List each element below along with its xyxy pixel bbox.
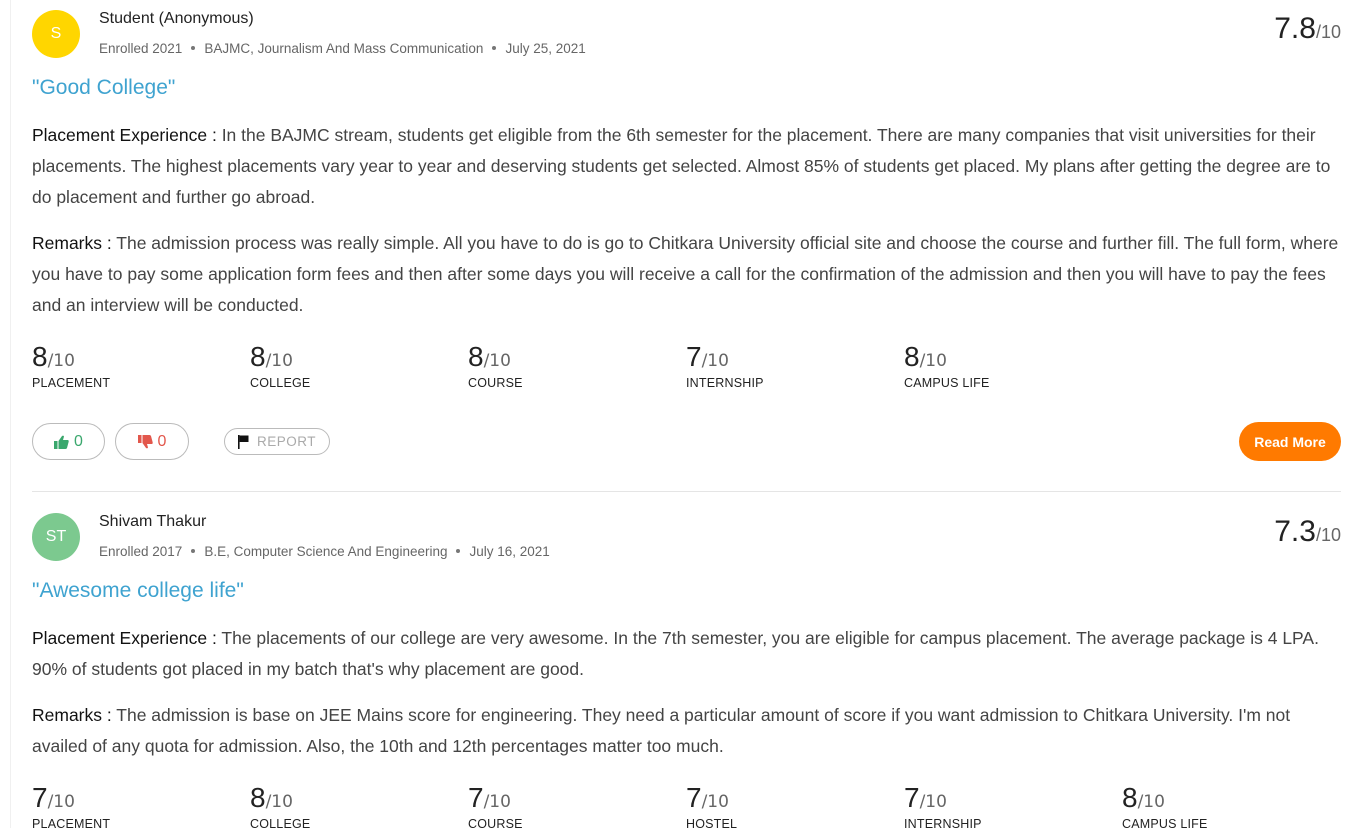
section-label: Remarks :	[32, 233, 112, 253]
rating-course: 8/10 COURSE	[468, 341, 686, 391]
reviewer-name: Student (Anonymous)	[99, 10, 254, 27]
rating-out-of: /10	[919, 351, 947, 371]
rating-placement: 8/10 PLACEMENT	[32, 341, 250, 391]
enrolled-year: Enrolled 2017	[99, 544, 183, 559]
rating-out-of: /10	[1137, 792, 1165, 812]
thumbs-up-icon	[54, 435, 69, 449]
rating-internship: 7/10 INTERNSHIP	[904, 783, 1122, 828]
section-label: Placement Experience :	[32, 628, 217, 648]
upvote-button[interactable]: 0	[32, 423, 105, 460]
section-text: The admission process was really simple.…	[32, 233, 1339, 315]
placement-experience: Placement Experience : The placements of…	[32, 623, 1344, 685]
rating-score: 7	[468, 782, 484, 813]
rating-out-of: /10	[919, 792, 947, 812]
rating-category: CAMPUS LIFE	[904, 376, 990, 390]
overall-out-of: /10	[1315, 22, 1341, 42]
rating-category: PLACEMENT	[32, 376, 111, 390]
rating-out-of: /10	[265, 792, 293, 812]
rating-out-of: /10	[483, 792, 511, 812]
rating-campus-life: 8/10 CAMPUS LIFE	[1122, 783, 1340, 828]
section-label: Placement Experience :	[32, 125, 217, 145]
separator-dot	[492, 46, 497, 51]
rating-college: 8/10 COLLEGE	[250, 341, 468, 391]
rating-score: 8	[904, 341, 920, 372]
rating-score: 8	[468, 341, 484, 372]
rating-category: PLACEMENT	[32, 817, 111, 828]
rating-category: INTERNSHIP	[686, 376, 764, 390]
review-date: July 16, 2021	[469, 544, 550, 559]
overall-out-of: /10	[1315, 525, 1341, 545]
avatar: ST	[32, 513, 80, 561]
review-meta: Enrolled 2017 B.E, Computer Science And E…	[99, 544, 550, 559]
rating-score: 7	[904, 782, 920, 813]
separator-dot	[456, 549, 461, 554]
placement-experience: Placement Experience : In the BAJMC stre…	[32, 120, 1344, 213]
rating-placement: 7/10 PLACEMENT	[32, 783, 250, 828]
rating-out-of: /10	[47, 792, 75, 812]
rating-out-of: /10	[483, 351, 511, 371]
rating-category: COLLEGE	[250, 376, 311, 390]
flag-icon	[237, 434, 249, 449]
upvote-count: 0	[74, 432, 83, 450]
rating-score: 7	[32, 782, 48, 813]
review-divider	[32, 491, 1341, 492]
review-date: July 25, 2021	[505, 41, 586, 56]
section-text: In the BAJMC stream, students get eligib…	[32, 125, 1331, 207]
report-button[interactable]: REPORT	[224, 428, 330, 455]
avatar: S	[32, 10, 80, 58]
section-text: The placements of our college are very a…	[32, 628, 1319, 679]
read-more-button[interactable]: Read More	[1239, 422, 1341, 461]
category-ratings: 7/10 PLACEMENT 8/10 COLLEGE 7/10 COURSE …	[32, 783, 1340, 828]
review-meta: Enrolled 2021 BAJMC, Journalism And Mass …	[99, 41, 586, 56]
rating-category: COLLEGE	[250, 817, 311, 828]
section-text: The admission is base on JEE Mains score…	[32, 705, 1291, 756]
rating-score: 8	[1122, 782, 1138, 813]
rating-out-of: /10	[701, 792, 729, 812]
reviewer-name: Shivam Thakur	[99, 513, 207, 530]
downvote-count: 0	[157, 432, 167, 450]
rating-score: 8	[32, 341, 48, 372]
rating-college: 8/10 COLLEGE	[250, 783, 468, 828]
downvote-button[interactable]: 0	[115, 423, 189, 460]
report-label: REPORT	[256, 434, 316, 449]
rating-internship: 7/10 INTERNSHIP	[686, 341, 904, 391]
rating-category: COURSE	[468, 817, 523, 828]
rating-category: CAMPUS LIFE	[1122, 817, 1208, 828]
thumbs-down-icon	[137, 434, 153, 448]
rating-campus-life: 8/10 CAMPUS LIFE	[904, 341, 1122, 391]
rating-category: INTERNSHIP	[904, 817, 982, 828]
rating-score: 7	[686, 341, 702, 372]
separator-dot	[191, 46, 196, 51]
overall-rating: 7.3/10	[1274, 515, 1341, 549]
rating-course: 7/10 COURSE	[468, 783, 686, 828]
remarks: Remarks : The admission is base on JEE M…	[32, 700, 1344, 762]
rating-out-of: /10	[265, 351, 293, 371]
category-ratings: 8/10 PLACEMENT 8/10 COLLEGE 8/10 COURSE …	[32, 341, 1122, 391]
rating-category: COURSE	[468, 376, 523, 390]
rating-score: 7	[686, 782, 702, 813]
overall-score: 7.8	[1274, 12, 1316, 45]
rating-score: 8	[250, 782, 266, 813]
rating-category: HOSTEL	[686, 817, 738, 828]
rating-out-of: /10	[701, 351, 729, 371]
overall-rating: 7.8/10	[1274, 12, 1341, 46]
separator-dot	[191, 549, 196, 554]
review-title: "Good College"	[32, 76, 176, 99]
section-label: Remarks :	[32, 705, 112, 725]
course-name: BAJMC, Journalism And Mass Communication	[204, 41, 484, 56]
rating-score: 8	[250, 341, 266, 372]
course-name: B.E, Computer Science And Engineering	[204, 544, 448, 559]
remarks: Remarks : The admission process was real…	[32, 228, 1344, 321]
enrolled-year: Enrolled 2021	[99, 41, 183, 56]
rating-out-of: /10	[47, 351, 75, 371]
overall-score: 7.3	[1274, 515, 1316, 548]
rating-hostel: 7/10 HOSTEL	[686, 783, 904, 828]
review-title: "Awesome college life"	[32, 579, 244, 602]
